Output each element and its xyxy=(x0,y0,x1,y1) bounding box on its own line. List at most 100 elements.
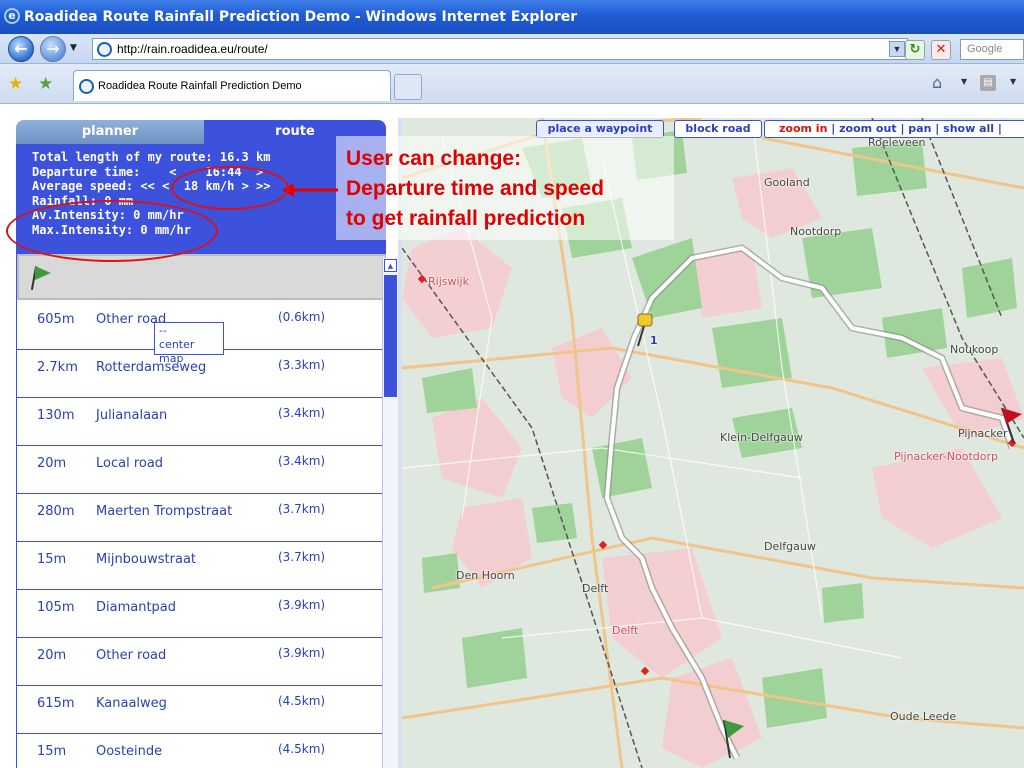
refresh-button[interactable]: ↻ xyxy=(905,40,925,60)
tooltip-dash: -- xyxy=(159,324,167,337)
block-road-button[interactable]: block road xyxy=(674,120,762,138)
route-step-row[interactable]: 105m Diamantpad (3.9km) xyxy=(17,590,386,638)
speed-decrease-button[interactable]: < xyxy=(162,179,169,193)
tab-bar: ★ ★ Roadidea Route Rainfall Prediction D… xyxy=(0,64,1024,104)
route-step-row[interactable]: 20m Local road (3.4km) xyxy=(17,446,386,494)
speed-label: Average speed: xyxy=(32,179,134,193)
route-step-distance: 15m xyxy=(37,552,67,567)
map-label-noukoop: Noukoop xyxy=(950,343,999,356)
route-step-row[interactable]: 280m Maerten Trompstraat (3.7km) xyxy=(17,494,386,542)
browser-tab-label: Roadidea Route Rainfall Prediction Demo xyxy=(98,80,302,92)
show-all-button[interactable]: show all xyxy=(943,122,994,135)
annotation-line-3: to get rainfall prediction xyxy=(346,207,586,230)
route-step-distance: 15m xyxy=(37,744,67,759)
route-step-cumulative: (3.7km) xyxy=(278,550,326,564)
map-label-pijnacker: Pijnacker xyxy=(958,427,1008,440)
route-step-distance: 20m xyxy=(37,456,67,471)
route-list-scrollbar[interactable]: ▲ xyxy=(382,258,398,768)
route-step-road: Mijnbouwstraat xyxy=(96,552,197,567)
speed-highlight-ellipse xyxy=(171,166,289,210)
route-step-distance: 2.7km xyxy=(37,360,78,375)
route-step-cumulative: (0.6km) xyxy=(278,310,326,324)
scroll-up-icon[interactable]: ▲ xyxy=(384,259,397,272)
annotation-line-2: Departure time and speed xyxy=(346,177,604,200)
total-length: Total length of my route: 16.3 km xyxy=(32,150,271,164)
favorites-star-icon[interactable]: ★ xyxy=(8,74,23,94)
route-step-row[interactable]: 130m Julianalaan (3.4km) xyxy=(17,398,386,446)
home-icon[interactable]: ⌂ xyxy=(932,73,942,92)
speed-decrease-fast-button[interactable]: << xyxy=(140,179,154,193)
route-step-cumulative: (3.9km) xyxy=(278,598,326,612)
map-label-den-hoorn: Den Hoorn xyxy=(456,569,515,582)
map-label-oude-leede: Oude Leede xyxy=(890,710,957,723)
pan-button[interactable]: pan xyxy=(908,122,931,135)
route-step-row[interactable]: 15m Oosteinde (4.5km) xyxy=(17,734,386,768)
url-input[interactable]: http://rain.roadidea.eu/route/ ▼ xyxy=(92,38,908,60)
add-favorite-icon[interactable]: ★ xyxy=(38,74,53,94)
route-step-distance: 605m xyxy=(37,312,75,327)
map-label-delft: Delft xyxy=(582,582,609,595)
address-bar: ← → ▼ http://rain.roadidea.eu/route/ ▼ ↻… xyxy=(0,34,1024,64)
route-step-row[interactable]: 615m Kanaalweg (4.5km) xyxy=(17,686,386,734)
url-text: http://rain.roadidea.eu/route/ xyxy=(117,42,268,56)
map-label-delft-municipality: Delft xyxy=(612,624,639,637)
map-label-rijswijk: Rijswijk xyxy=(428,275,469,288)
map-label-nootdorp: Nootdorp xyxy=(790,225,842,238)
waypoint-number: 1 xyxy=(650,334,658,347)
feeds-dropdown-icon[interactable]: ▼ xyxy=(1010,77,1016,86)
ie-logo-icon: e xyxy=(4,8,20,24)
separator: | xyxy=(997,122,1002,135)
route-step-cumulative: (4.5km) xyxy=(278,694,326,708)
route-step-row[interactable]: 20m Other road (3.9km) xyxy=(17,638,386,686)
route-step-cumulative: (3.9km) xyxy=(278,646,326,660)
zoom-controls: zoom in | zoom out | pan | show all | xyxy=(764,120,1024,138)
tab-planner[interactable]: planner xyxy=(16,120,204,144)
search-input[interactable]: Google xyxy=(960,39,1024,60)
annotation-line-1: User can change: xyxy=(346,147,522,170)
scroll-thumb[interactable] xyxy=(384,275,397,397)
url-dropdown-icon[interactable]: ▼ xyxy=(889,41,905,57)
forward-button[interactable]: → xyxy=(40,36,66,62)
map-label-pijnacker-nootdorp: Pijnacker-Nootdorp xyxy=(894,450,999,463)
browser-tab[interactable]: Roadidea Route Rainfall Prediction Demo xyxy=(73,70,391,101)
route-step-road: Maerten Trompstraat xyxy=(96,504,233,519)
route-step-distance: 280m xyxy=(37,504,75,519)
annotation-arrow-icon xyxy=(282,183,338,197)
route-step-road: Diamantpad xyxy=(96,600,177,615)
departure-decrease-button[interactable]: < xyxy=(169,165,176,179)
stop-button[interactable]: ✕ xyxy=(931,40,951,60)
page-globe-icon xyxy=(79,79,94,94)
separator: | xyxy=(831,122,840,135)
back-button[interactable]: ← xyxy=(8,36,34,62)
route-step-cumulative: (3.3km) xyxy=(278,358,326,372)
route-start-row[interactable] xyxy=(17,254,386,300)
annotation-callout: User can change: Departure time and spee… xyxy=(336,136,674,240)
history-dropdown-icon[interactable]: ▼ xyxy=(70,43,77,53)
intensity-highlight-ellipse xyxy=(6,200,218,262)
route-step-road: Kanaalweg xyxy=(96,696,167,711)
home-dropdown-icon[interactable]: ▼ xyxy=(961,77,967,86)
separator: | xyxy=(935,122,944,135)
map-label-delfgauw: Delfgauw xyxy=(764,540,816,553)
route-step-road: Local road xyxy=(96,456,164,471)
route-step-distance: 20m xyxy=(37,648,67,663)
route-step-cumulative: (4.5km) xyxy=(278,742,326,756)
route-step-road: Other road xyxy=(96,648,167,663)
route-step-distance: 615m xyxy=(37,696,75,711)
window-title: Roadidea Route Rainfall Prediction Demo … xyxy=(24,9,578,25)
route-step-distance: 130m xyxy=(37,408,75,423)
new-tab-button[interactable] xyxy=(394,74,422,100)
content-top-margin xyxy=(0,104,1024,118)
route-step-distance: 105m xyxy=(37,600,75,615)
route-step-row[interactable]: 15m Mijnbouwstraat (3.7km) xyxy=(17,542,386,590)
route-step-cumulative: (3.4km) xyxy=(278,406,326,420)
feeds-icon[interactable]: ▤ xyxy=(980,75,996,91)
map-label-gooland: Gooland xyxy=(764,176,810,189)
center-map-tooltip[interactable]: -- center map xyxy=(154,322,224,365)
route-step-cumulative: (3.7km) xyxy=(278,502,326,516)
zoom-in-button[interactable]: zoom in xyxy=(779,122,827,135)
window-titlebar: e Roadidea Route Rainfall Prediction Dem… xyxy=(0,0,1024,34)
route-step-cumulative: (3.4km) xyxy=(278,454,326,468)
route-step-road: Oosteinde xyxy=(96,744,163,759)
zoom-out-button[interactable]: zoom out xyxy=(839,122,896,135)
